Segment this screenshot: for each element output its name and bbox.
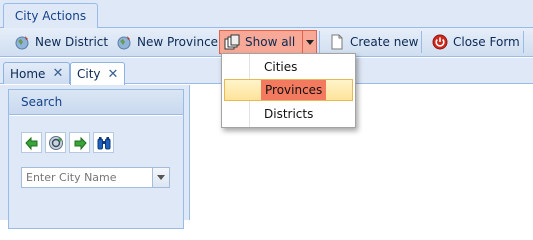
search-panel-header: Search <box>9 90 183 115</box>
search-tools <box>21 132 114 153</box>
menu-item-provinces[interactable]: Provinces <box>224 79 353 101</box>
search-panel-body <box>9 116 183 228</box>
binoculars-icon[interactable] <box>93 132 114 153</box>
left-panel-area: Search <box>0 85 190 229</box>
close-form-button[interactable]: Close Form <box>428 30 524 54</box>
toolbar-separator <box>319 31 320 53</box>
close-form-label: Close Form <box>453 35 520 49</box>
menu-item-districts[interactable]: Districts <box>224 103 353 125</box>
menu-item-label: Districts <box>264 107 314 121</box>
chevron-down-icon[interactable] <box>302 31 316 53</box>
show-all-button[interactable]: Show all <box>219 30 318 54</box>
tab-home-label: Home <box>10 66 46 81</box>
ribbon-tabstrip: City Actions <box>0 0 533 28</box>
menu-item-cities[interactable]: Cities <box>224 56 353 78</box>
new-province-label: New Province <box>137 35 219 49</box>
back-icon[interactable] <box>21 132 42 153</box>
documents-icon <box>224 34 240 50</box>
globe-icon <box>14 34 30 50</box>
new-document-icon <box>329 34 345 50</box>
show-all-label: Show all <box>245 35 296 49</box>
power-icon <box>432 34 448 50</box>
chevron-down-icon[interactable] <box>152 168 169 187</box>
search-panel: Search <box>8 89 184 229</box>
close-icon[interactable]: ✕ <box>52 67 63 80</box>
create-new-button[interactable]: Create new <box>325 30 423 54</box>
new-province-button[interactable]: New Province <box>112 30 222 54</box>
tab-city-label: City <box>77 67 101 81</box>
globe-icon <box>116 34 132 50</box>
new-district-button[interactable]: New District <box>10 30 112 54</box>
menu-item-label: Cities <box>264 60 298 74</box>
show-all-menu: Cities Provinces Districts <box>221 53 356 128</box>
forward-icon[interactable] <box>69 132 90 153</box>
toolbar-separator <box>421 31 422 53</box>
ribbon-tab-city-actions[interactable]: City Actions <box>3 3 98 28</box>
reset-icon[interactable] <box>45 132 66 153</box>
close-icon[interactable]: ✕ <box>108 68 119 81</box>
menu-item-label: Provinces <box>261 80 327 100</box>
tab-city[interactable]: City ✕ <box>70 62 126 85</box>
toolbar-separator <box>523 31 524 53</box>
tab-home[interactable]: Home ✕ <box>3 62 71 84</box>
city-name-input[interactable] <box>22 168 152 187</box>
city-name-combobox[interactable] <box>21 167 170 188</box>
create-new-label: Create new <box>350 35 419 49</box>
new-district-label: New District <box>35 35 109 49</box>
